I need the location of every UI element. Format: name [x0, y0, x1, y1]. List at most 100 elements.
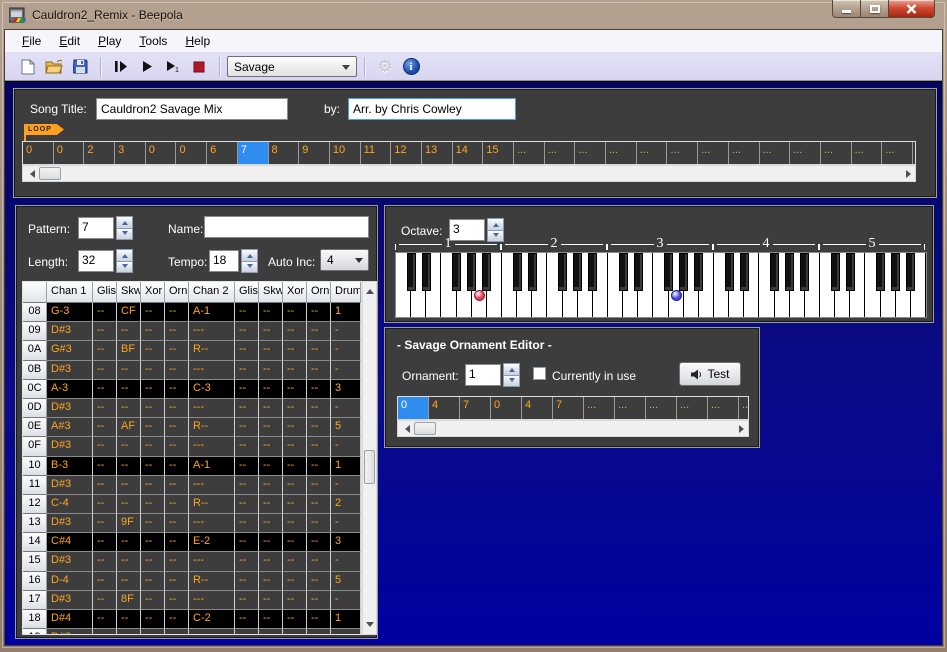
pattern-cell[interactable]: -- — [165, 457, 189, 476]
engine-select[interactable]: Savage — [227, 56, 357, 77]
pattern-cell[interactable]: C-3 — [189, 380, 235, 399]
tracker-row[interactable]: 16D-4--------R----------5 — [23, 572, 361, 591]
test-button[interactable]: Test — [679, 362, 741, 386]
sequence-cell[interactable]: 0 — [23, 142, 54, 164]
pattern-cell[interactable]: -- — [235, 495, 259, 514]
pattern-cell[interactable]: D#4 — [47, 610, 93, 629]
pattern-cell[interactable]: - — [331, 361, 361, 380]
pattern-cell[interactable]: C#4 — [47, 533, 93, 552]
new-file-button[interactable] — [15, 55, 41, 79]
sequence-scrollbar[interactable] — [22, 165, 916, 182]
tracker-row[interactable]: 15D#3-------------------- — [23, 552, 361, 571]
pattern-spinner[interactable]: 7 — [78, 216, 133, 240]
pattern-cell[interactable]: -- — [165, 399, 189, 418]
ornament-scrollbar[interactable] — [397, 420, 749, 437]
pattern-cell[interactable]: -- — [93, 591, 117, 610]
black-key[interactable] — [573, 253, 582, 291]
pattern-cell[interactable]: -- — [165, 629, 189, 635]
ornament-scrollbar-thumb[interactable] — [414, 422, 436, 435]
play-pause-button[interactable] — [108, 55, 134, 79]
black-key[interactable] — [619, 253, 628, 291]
pattern-cell[interactable]: - — [331, 514, 361, 533]
pattern-cell[interactable]: B-3 — [47, 457, 93, 476]
black-key[interactable] — [588, 253, 597, 291]
pattern-cell[interactable]: -- — [307, 457, 331, 476]
spin-up-icon[interactable] — [116, 249, 133, 262]
pattern-cell[interactable]: -- — [165, 514, 189, 533]
pattern-cell[interactable]: 3 — [331, 533, 361, 552]
pattern-cell[interactable]: -- — [307, 476, 331, 495]
pattern-cell[interactable]: A-1 — [189, 303, 235, 322]
song-author-input[interactable]: Arr. by Chris Cowley — [348, 98, 516, 120]
pattern-cell[interactable]: -- — [141, 552, 165, 571]
sequence-cell[interactable]: ... — [575, 142, 606, 164]
play-button[interactable] — [134, 55, 160, 79]
pattern-cell[interactable]: -- — [283, 610, 307, 629]
pattern-cell[interactable]: D#3 — [47, 591, 93, 610]
sequence-cell[interactable]: 0 — [146, 142, 177, 164]
black-key[interactable] — [664, 253, 673, 291]
spin-up-icon[interactable] — [503, 363, 520, 376]
pattern-cell[interactable]: 1 — [331, 457, 361, 476]
pattern-cell[interactable]: -- — [93, 533, 117, 552]
pattern-cell[interactable]: -- — [259, 572, 283, 591]
pattern-cell[interactable]: -- — [235, 361, 259, 380]
pattern-cell[interactable]: -- — [141, 457, 165, 476]
ornament-cell[interactable]: 0 — [398, 397, 429, 419]
save-file-button[interactable] — [67, 55, 93, 79]
pattern-cell[interactable]: -- — [307, 361, 331, 380]
pattern-cell[interactable]: -- — [259, 610, 283, 629]
menu-item-file[interactable]: File — [13, 31, 50, 51]
pattern-cell[interactable]: -- — [259, 418, 283, 437]
pattern-cell[interactable]: -- — [235, 591, 259, 610]
pattern-cell[interactable]: BF — [117, 341, 141, 360]
loop-marker[interactable]: LOOP — [24, 124, 64, 135]
pattern-cell[interactable]: -- — [259, 361, 283, 380]
sequence-cell[interactable]: ... — [667, 142, 698, 164]
menu-item-play[interactable]: Play — [89, 31, 130, 51]
pattern-cell[interactable]: -- — [93, 495, 117, 514]
pattern-cell[interactable]: --- — [189, 399, 235, 418]
black-key[interactable] — [513, 253, 522, 291]
black-key[interactable] — [694, 253, 703, 291]
pattern-cell[interactable]: -- — [93, 322, 117, 341]
menu-item-tools[interactable]: Tools — [130, 31, 176, 51]
ornament-cell[interactable]: ... — [708, 397, 739, 419]
pattern-cell[interactable]: -- — [165, 303, 189, 322]
pattern-cell[interactable]: A-3 — [47, 380, 93, 399]
tracker-scrollbar[interactable] — [362, 281, 377, 635]
tracker-row[interactable]: 0CA-3--------C-3--------3 — [23, 380, 361, 399]
maximize-button[interactable] — [861, 0, 889, 18]
pattern-cell[interactable]: -- — [141, 399, 165, 418]
ornament-cell[interactable]: ... — [677, 397, 708, 419]
pattern-cell[interactable]: -- — [235, 418, 259, 437]
black-key[interactable] — [725, 253, 734, 291]
ornament-value[interactable]: 1 — [465, 364, 501, 386]
pattern-cell[interactable]: --- — [189, 437, 235, 456]
black-key[interactable] — [831, 253, 840, 291]
ornament-cell[interactable]: ... — [739, 397, 749, 419]
pattern-cell[interactable]: -- — [283, 514, 307, 533]
tracker-row[interactable]: 0EA#3--AF----R----------5 — [23, 418, 361, 437]
auto-inc-select[interactable]: 4 — [320, 249, 369, 271]
pattern-cell[interactable]: -- — [259, 514, 283, 533]
tempo-spinner[interactable]: 18 — [209, 249, 258, 273]
pattern-cell[interactable]: -- — [259, 399, 283, 418]
black-key[interactable] — [407, 253, 416, 291]
pattern-cell[interactable]: 5 — [331, 572, 361, 591]
pattern-cell[interactable]: -- — [259, 533, 283, 552]
pattern-cell[interactable]: -- — [117, 572, 141, 591]
pattern-cell[interactable]: C-2 — [189, 610, 235, 629]
sequence-cell[interactable]: ... — [514, 142, 545, 164]
pattern-cell[interactable]: -- — [283, 437, 307, 456]
pattern-cell[interactable]: -- — [235, 399, 259, 418]
spin-down-icon[interactable] — [116, 262, 133, 274]
scroll-down-icon[interactable] — [363, 619, 376, 634]
pattern-cell[interactable]: -- — [283, 322, 307, 341]
pattern-cell[interactable]: -- — [165, 476, 189, 495]
pattern-cell[interactable]: -- — [141, 437, 165, 456]
sequence-cell[interactable]: ... — [729, 142, 760, 164]
pattern-cell[interactable]: 9F — [117, 514, 141, 533]
pattern-cell[interactable]: -- — [307, 303, 331, 322]
pattern-cell[interactable]: -- — [235, 552, 259, 571]
